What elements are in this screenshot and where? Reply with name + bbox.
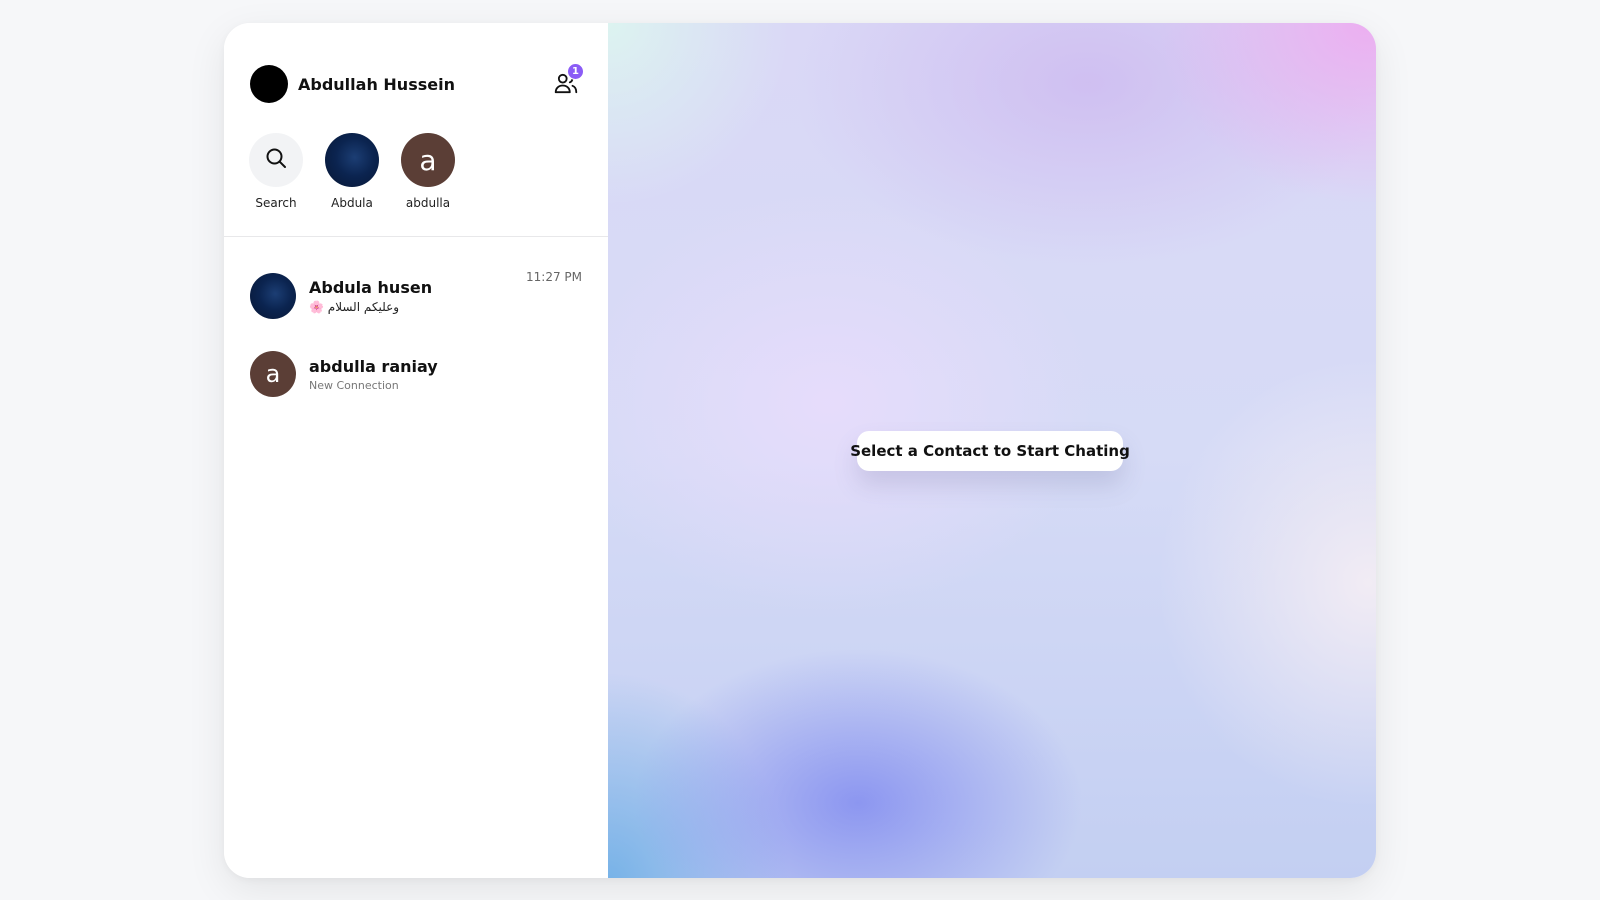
friend-requests-button[interactable]: 1 [546,63,586,105]
avatar-letter: a [419,143,437,177]
last-message-preview: 🌸 وعليكم السلام [309,300,400,314]
chat-list-item[interactable]: Abdula husen 🌸 وعليكم السلام 11:27 PM [224,257,608,335]
chat-list: Abdula husen 🌸 وعليكم السلام 11:27 PM a … [224,257,608,413]
avatar-letter: a [265,360,281,388]
user-avatar[interactable] [250,65,288,103]
message-timestamp: 11:27 PM [526,270,582,284]
empty-state-prompt: Select a Contact to Start Chating [850,431,1130,471]
search-button[interactable] [249,133,303,187]
moon-icon [345,151,359,170]
sidebar: Abdullah Hussein 1 Search Abdula a abdul… [224,23,608,878]
contact-avatar: a [250,351,296,397]
story-label: Search [255,196,297,210]
last-message-preview: New Connection [309,378,399,392]
moon-icon [250,65,288,103]
contact-name: abdulla raniay [309,356,438,376]
story-search[interactable]: Search [248,133,304,210]
profile-header: Abdullah Hussein 1 [250,63,596,105]
contact-name: Abdula husen [309,278,433,297]
chat-app-window: Abdullah Hussein 1 Search Abdula a abdul… [224,23,1376,878]
story-avatar[interactable] [325,133,379,187]
stories-row: Search Abdula a abdulla [248,133,456,210]
search-icon [264,146,288,174]
chat-main-pane: Select a Contact to Start Chating [608,23,1376,878]
divider [224,236,608,237]
story-abdulla[interactable]: a abdulla [400,133,456,210]
chat-list-item[interactable]: a abdulla raniay New Connection [224,335,608,413]
contact-avatar [250,273,296,319]
notification-badge: 1 [567,63,584,80]
story-avatar[interactable]: a [401,133,455,187]
story-label: abdulla [405,196,451,210]
moon-icon [267,287,280,306]
story-abdula[interactable]: Abdula [324,133,380,210]
story-label: Abdula [331,196,373,210]
user-name: Abdullah Hussein [298,74,455,94]
